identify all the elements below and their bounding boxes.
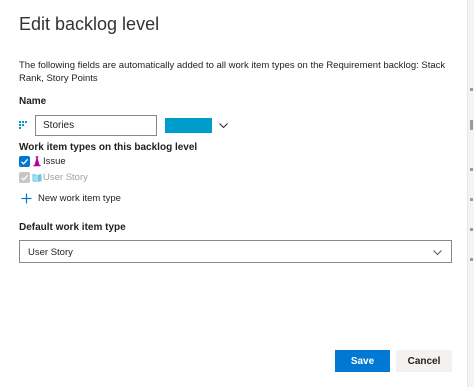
color-swatch (165, 118, 212, 133)
user-story-icon (32, 174, 42, 182)
new-work-item-type-button[interactable]: New work item type (21, 193, 121, 204)
work-item-types-label: Work item types on this backlog level (19, 142, 198, 153)
dialog-description: The following fields are automatically a… (19, 60, 446, 84)
background-mark (470, 168, 473, 171)
background-mark (470, 88, 473, 91)
default-work-item-type-select[interactable]: User Story (19, 240, 452, 263)
chevron-down-icon (219, 123, 228, 129)
chevron-down-icon (433, 250, 442, 256)
checkbox-user-story (19, 172, 30, 183)
work-item-type-label: User Story (43, 172, 88, 183)
checkbox-issue[interactable] (19, 156, 30, 167)
dialog-title: Edit backlog level (19, 14, 160, 34)
cancel-button[interactable]: Cancel (396, 350, 452, 372)
work-item-type-user-story: User Story (19, 171, 88, 184)
new-work-item-type-label: New work item type (38, 193, 121, 204)
color-picker[interactable] (165, 115, 234, 136)
work-item-type-label: Issue (43, 156, 66, 167)
checkmark-icon (21, 158, 29, 165)
background-mark (470, 198, 473, 201)
background-mark (470, 258, 473, 261)
background-mark (470, 120, 473, 130)
save-button[interactable]: Save (335, 350, 390, 372)
select-value: User Story (28, 247, 73, 258)
name-input[interactable] (35, 115, 157, 136)
backlog-icon (19, 121, 27, 129)
default-work-item-type-label: Default work item type (19, 222, 126, 233)
plus-icon (21, 193, 32, 204)
background-mark (470, 228, 473, 231)
work-item-type-issue[interactable]: Issue (19, 155, 66, 168)
checkmark-icon (21, 174, 29, 181)
background-panel (467, 0, 474, 387)
name-label: Name (19, 96, 47, 107)
edit-backlog-dialog: Edit backlog level The following fields … (0, 0, 467, 387)
issue-icon (33, 156, 41, 167)
